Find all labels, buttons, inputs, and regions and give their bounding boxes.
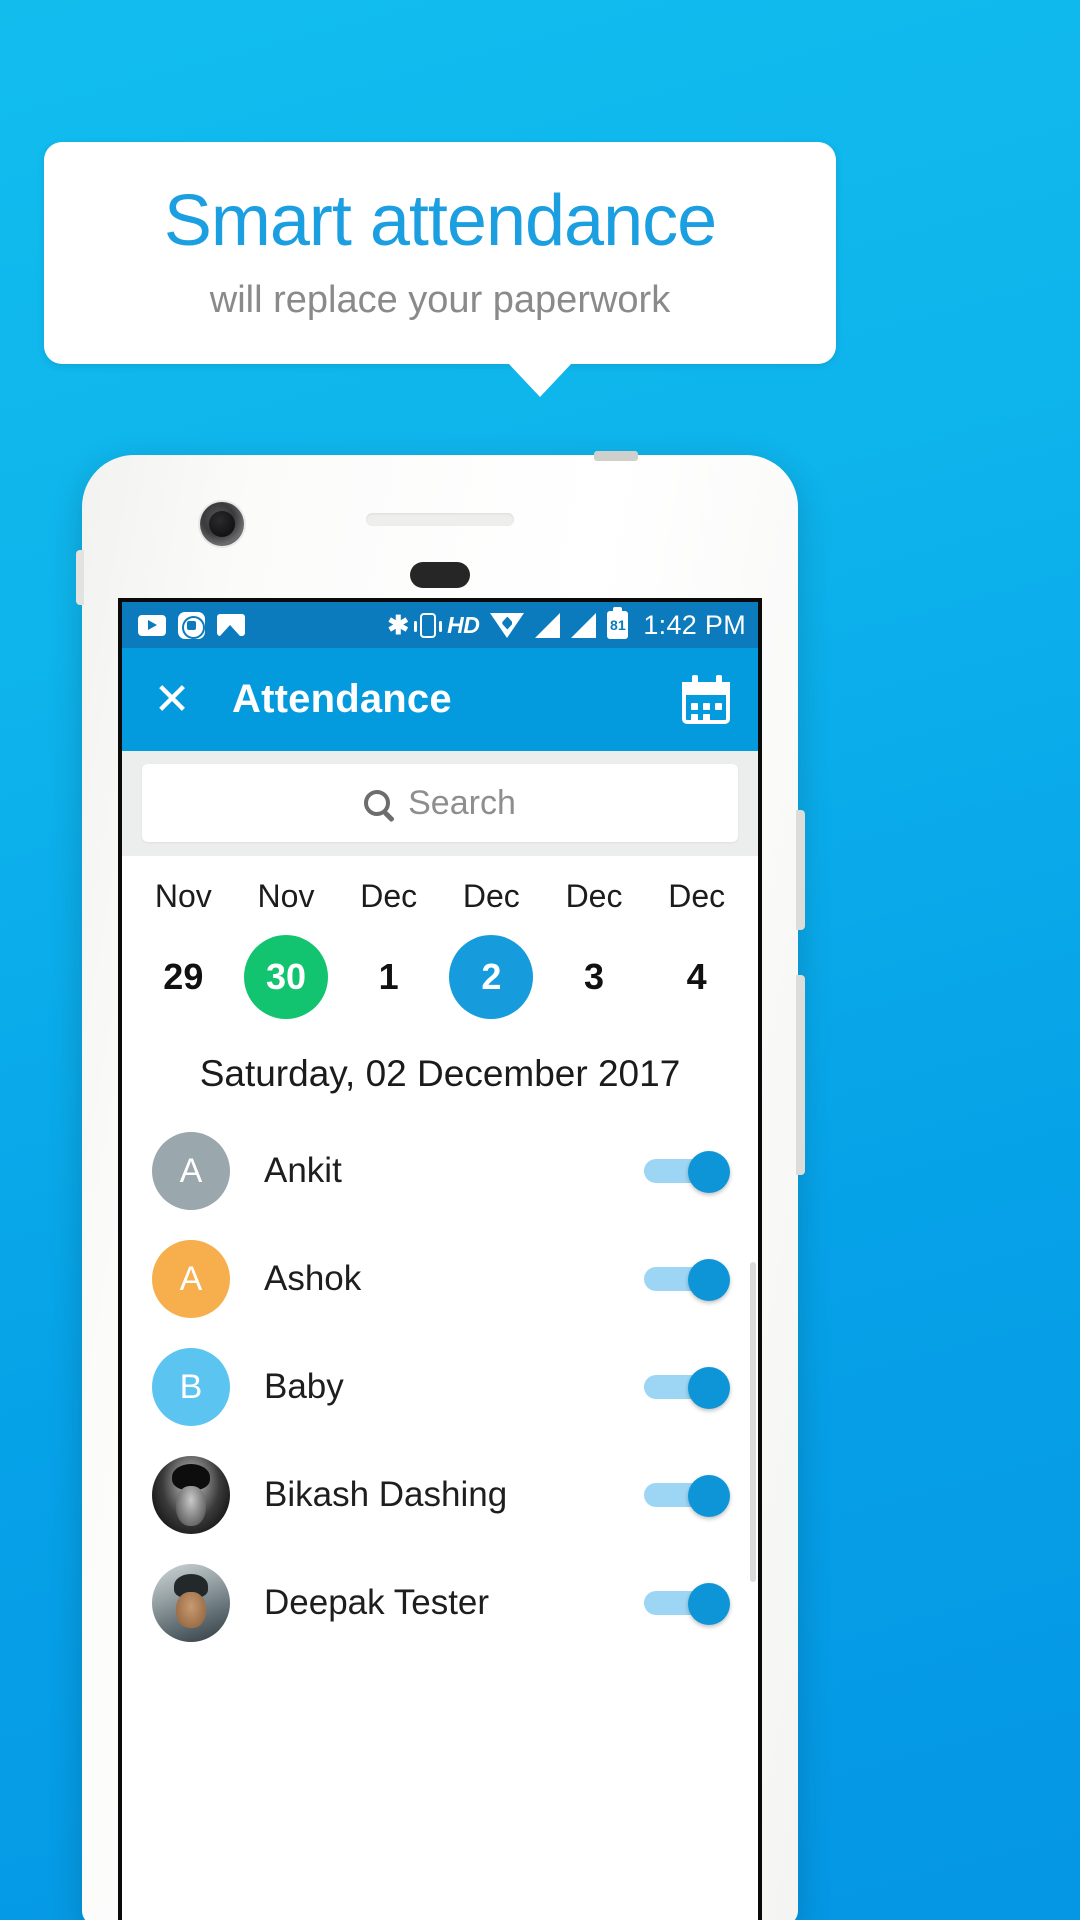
date-month-label: Dec — [565, 878, 623, 914]
attendance-toggle[interactable] — [644, 1367, 730, 1409]
phone-volume-button — [796, 810, 805, 930]
phone-power-button — [796, 975, 805, 1175]
date-day-number: 3 — [584, 956, 605, 997]
calendar-icon[interactable] — [682, 674, 732, 724]
screen-scrollbar[interactable] — [750, 1262, 756, 1582]
search-placeholder: Search — [408, 783, 516, 822]
date-month-label: Dec — [360, 878, 418, 914]
date-month-label: Dec — [462, 878, 520, 914]
date-strip-day[interactable]: Nov 29 — [132, 878, 235, 1019]
date-day-number: 4 — [686, 956, 707, 997]
status-bar-clock: 1:42 PM — [643, 609, 746, 640]
attendee-name: Bikash Dashing — [264, 1475, 508, 1514]
avatar: A — [152, 1240, 230, 1318]
date-month-label: Nov — [257, 878, 315, 914]
date-strip-day[interactable]: Dec 1 — [337, 878, 440, 1019]
attendee-name: Baby — [264, 1367, 344, 1406]
attendee-row[interactable]: A Ashok — [122, 1225, 758, 1333]
attendee-row[interactable]: B Baby — [122, 1333, 758, 1441]
date-month-label: Dec — [668, 878, 726, 914]
front-camera-icon — [200, 502, 244, 546]
toggle-knob — [688, 1475, 730, 1517]
bubble-tail — [508, 363, 572, 397]
search-bar-container: Search — [122, 751, 758, 856]
phone-button-left — [76, 550, 84, 605]
date-day-number: 1 — [378, 956, 399, 997]
youtube-icon — [138, 614, 166, 636]
date-day-number: 30 — [244, 935, 328, 1019]
avatar: B — [152, 1348, 230, 1426]
attendee-name: Ankit — [264, 1151, 342, 1190]
hd-icon: HD — [447, 611, 480, 638]
attendance-toggle[interactable] — [644, 1151, 730, 1193]
phone-antenna-band — [594, 451, 638, 461]
battery-level: 81 — [610, 617, 626, 633]
avatar — [152, 1564, 230, 1642]
toggle-knob — [688, 1583, 730, 1625]
toggle-knob — [688, 1151, 730, 1193]
app-bar: ✕ Attendance — [122, 648, 758, 751]
mi-account-icon — [178, 611, 205, 639]
proximity-sensor — [410, 562, 470, 588]
close-icon[interactable]: ✕ — [148, 677, 196, 722]
date-strip-day[interactable]: Nov 30 — [235, 878, 338, 1019]
avatar: A — [152, 1132, 230, 1210]
date-strip-day[interactable]: Dec 2 — [440, 878, 543, 1019]
date-day-number: 29 — [163, 956, 204, 997]
status-bar: ✱ HD 81 1:42 PM — [122, 602, 758, 648]
page-title: Attendance — [232, 677, 452, 721]
gallery-icon — [217, 614, 245, 636]
attendance-toggle[interactable] — [644, 1475, 730, 1517]
attendee-list: A Ankit A Ashok B Baby Bikash Dashing Deepak Te… — [122, 1117, 758, 1657]
attendee-name: Deepak Tester — [264, 1583, 490, 1622]
search-icon — [364, 790, 391, 816]
attendance-toggle[interactable] — [644, 1259, 730, 1301]
promo-title: Smart attendance — [163, 180, 717, 261]
attendee-row[interactable]: A Ankit — [122, 1117, 758, 1225]
promo-subtitle: will replace your paperwork — [209, 279, 671, 322]
wifi-icon — [490, 612, 525, 638]
date-strip-day[interactable]: Dec 4 — [645, 878, 748, 1019]
phone-mockup: ✱ HD 81 1:42 PM ✕ Attendance Search Nov … — [76, 451, 805, 1920]
toggle-knob — [688, 1367, 730, 1409]
phone-screen: ✱ HD 81 1:42 PM ✕ Attendance Search Nov … — [118, 598, 762, 1920]
attendance-toggle[interactable] — [644, 1583, 730, 1625]
toggle-knob — [688, 1259, 730, 1301]
earpiece-speaker — [366, 513, 514, 526]
promo-screenshot: Smart attendance will replace your paper… — [0, 0, 1080, 1920]
date-strip: Nov 29 Nov 30 Dec 1 Dec 2 Dec 3 Dec 4 — [122, 856, 758, 1029]
date-day-number: 2 — [449, 935, 534, 1019]
selected-date-label: Saturday, 02 December 2017 — [122, 1029, 758, 1117]
vibrate-icon — [414, 612, 443, 638]
bluetooth-icon: ✱ — [387, 610, 410, 640]
attendee-row[interactable]: Bikash Dashing — [122, 1441, 758, 1549]
signal-icon-2 — [571, 612, 597, 638]
search-input[interactable]: Search — [142, 764, 738, 842]
signal-icon-1 — [535, 612, 561, 638]
attendee-row[interactable]: Deepak Tester — [122, 1549, 758, 1657]
battery-icon: 81 — [607, 607, 629, 639]
avatar — [152, 1456, 230, 1534]
attendee-name: Ashok — [264, 1259, 362, 1298]
date-strip-day[interactable]: Dec 3 — [543, 878, 646, 1019]
promo-callout-bubble: Smart attendance will replace your paper… — [44, 142, 836, 364]
date-month-label: Nov — [154, 878, 212, 914]
